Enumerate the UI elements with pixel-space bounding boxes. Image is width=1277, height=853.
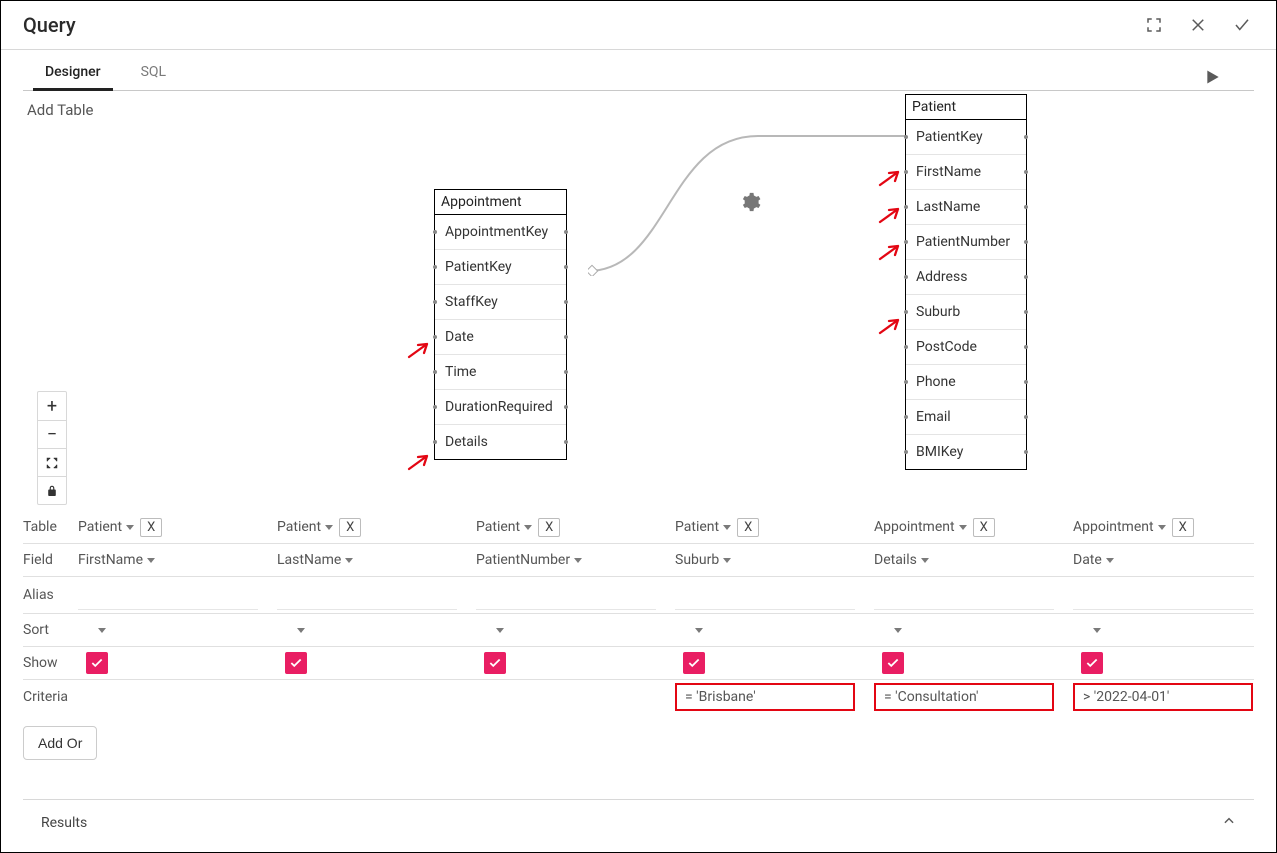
zoom-out-button[interactable]: − [38,420,66,448]
entity-field[interactable]: AppointmentKey [435,215,566,250]
grid-row-label: Show [23,655,78,671]
add-or-button[interactable]: Add Or [23,726,97,760]
grid-row-label: Criteria [23,689,78,705]
grid-row-label: Table [23,519,78,535]
table-dropdown[interactable]: Appointment [1073,519,1166,535]
zoom-in-button[interactable]: + [38,392,66,420]
query-grid: TablePatientXPatientXPatientXPatientXApp… [23,511,1254,714]
field-dropdown[interactable]: LastName [277,552,353,568]
results-label: Results [41,815,87,831]
relationship-gear-icon[interactable] [739,191,761,217]
entity-field[interactable]: Details [435,425,566,459]
table-dropdown[interactable]: Appointment [874,519,967,535]
entity-field[interactable]: StaffKey [435,285,566,320]
zoom-fit-button[interactable] [38,448,66,476]
sort-dropdown[interactable] [695,628,703,633]
sort-dropdown[interactable] [894,628,902,633]
show-checkbox[interactable] [285,652,307,674]
entity-field[interactable]: DurationRequired [435,390,566,425]
fullscreen-icon[interactable] [1142,13,1166,37]
tab-designer[interactable]: Designer [45,64,101,90]
criteria-input[interactable]: = 'Consultation' [874,683,1054,711]
sort-dropdown[interactable] [297,628,305,633]
entity-field[interactable]: PatientNumber [906,225,1026,260]
alias-input[interactable] [1073,580,1253,610]
show-checkbox[interactable] [1081,652,1103,674]
add-table-button[interactable]: Add Table [27,101,93,119]
close-icon[interactable] [1186,13,1210,37]
remove-column-button[interactable]: X [140,518,162,537]
remove-column-button[interactable]: X [973,518,995,537]
entity-field[interactable]: Phone [906,365,1026,400]
chevron-up-icon[interactable] [1222,814,1236,832]
zoom-lock-button[interactable] [38,476,66,504]
field-dropdown[interactable]: FirstName [78,552,155,568]
show-checkbox[interactable] [86,652,108,674]
entity-field[interactable]: Date [435,320,566,355]
alias-input[interactable] [874,580,1054,610]
table-dropdown[interactable]: Patient [476,519,532,535]
criteria-input[interactable] [476,683,656,711]
table-dropdown[interactable]: Patient [675,519,731,535]
sort-dropdown[interactable] [98,628,106,633]
entity-field[interactable]: PatientKey [435,250,566,285]
field-dropdown[interactable]: PatientNumber [476,552,582,568]
alias-input[interactable] [476,580,656,610]
alias-input[interactable] [675,580,855,610]
remove-column-button[interactable]: X [737,518,759,537]
remove-column-button[interactable]: X [538,518,560,537]
field-dropdown[interactable]: Suburb [675,552,731,568]
diagram-canvas[interactable]: Add Table Appointment AppointmentKey Pat… [23,91,1254,511]
entity-field[interactable]: Email [906,400,1026,435]
criteria-input[interactable] [78,683,258,711]
grid-row-label: Sort [23,622,78,638]
entity-field[interactable]: Suburb [906,295,1026,330]
zoom-panel: + − [37,391,67,505]
show-checkbox[interactable] [882,652,904,674]
entity-field[interactable]: FirstName [906,155,1026,190]
table-dropdown[interactable]: Patient [78,519,134,535]
entity-field[interactable]: Time [435,355,566,390]
remove-column-button[interactable]: X [339,518,361,537]
criteria-input[interactable] [277,683,457,711]
criteria-input[interactable]: = 'Brisbane' [675,683,855,711]
table-dropdown[interactable]: Patient [277,519,333,535]
tab-sql[interactable]: SQL [141,64,166,90]
field-dropdown[interactable]: Details [874,552,929,568]
entity-field[interactable]: LastName [906,190,1026,225]
grid-row-label: Field [23,552,78,568]
confirm-icon[interactable] [1230,13,1254,37]
alias-input[interactable] [78,580,258,610]
entity-field[interactable]: BMIKey [906,435,1026,469]
remove-column-button[interactable]: X [1172,518,1194,537]
entity-appointment[interactable]: Appointment AppointmentKey PatientKey St… [434,189,567,460]
entity-title: Appointment [435,190,566,215]
sort-dropdown[interactable] [496,628,504,633]
page-title: Query [23,13,76,37]
entity-field[interactable]: Address [906,260,1026,295]
grid-row-label: Alias [23,587,78,603]
entity-title: Patient [906,95,1026,120]
run-icon[interactable] [1200,65,1224,89]
show-checkbox[interactable] [683,652,705,674]
entity-patient[interactable]: Patient PatientKey FirstName LastName Pa… [905,94,1027,470]
sort-dropdown[interactable] [1093,628,1101,633]
show-checkbox[interactable] [484,652,506,674]
entity-field[interactable]: PatientKey [906,120,1026,155]
results-panel-header[interactable]: Results [23,799,1254,842]
field-dropdown[interactable]: Date [1073,552,1114,568]
criteria-input[interactable]: > '2022-04-01' [1073,683,1253,711]
entity-field[interactable]: PostCode [906,330,1026,365]
alias-input[interactable] [277,580,457,610]
